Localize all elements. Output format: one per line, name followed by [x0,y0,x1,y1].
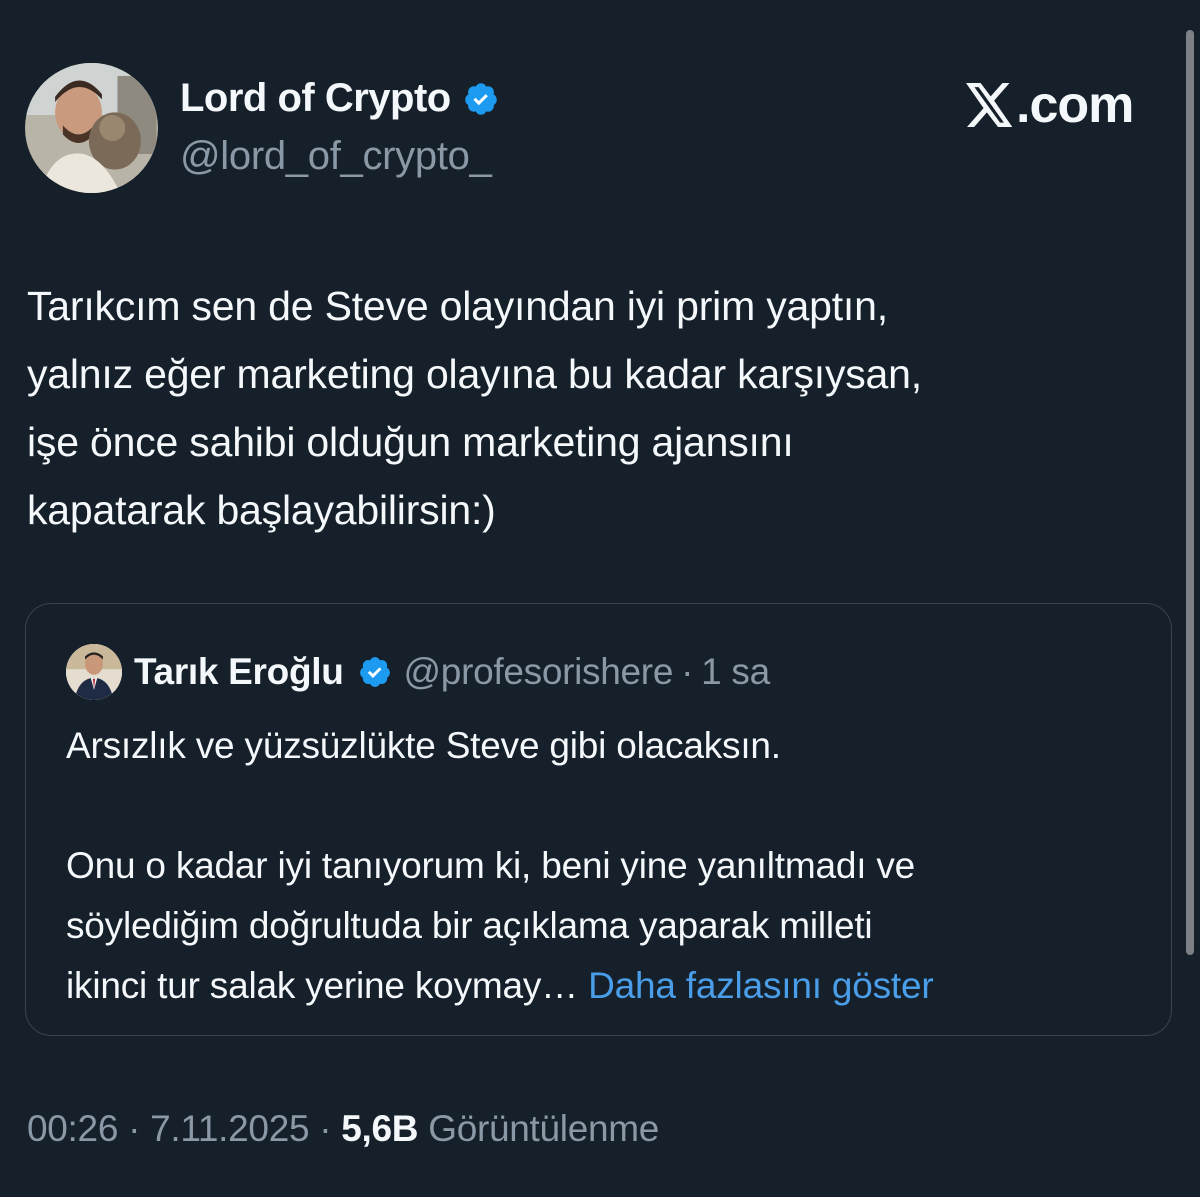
author-avatar[interactable] [25,63,158,193]
quoted-tweet-paragraph: Onu o kadar iyi tanıyorum ki, beni yine … [66,836,1146,1016]
show-more-link[interactable]: Daha fazlasını göster [588,965,934,1006]
profile-photo-icon [66,644,122,700]
quoted-tweet-card[interactable]: Tarık Eroğlu @profesorishere · 1 sa Arsı… [25,603,1172,1036]
quoted-tweet-time[interactable]: 1 sa [701,651,770,693]
tweet-time[interactable]: 00:26 [27,1108,118,1149]
verified-badge-icon [358,655,392,689]
verified-badge-icon [463,81,499,117]
x-com-brand: .com [966,75,1134,135]
author-handle[interactable]: @lord_of_crypto_ [180,134,492,179]
tweet-text: Tarıkcım sen de Steve olayından iyi prim… [27,283,922,533]
author-name-row: Lord of Crypto [180,76,499,121]
x-logo-icon [966,83,1014,127]
views-count[interactable]: 5,6B [341,1108,418,1149]
meta-separator: · [128,1108,141,1149]
quoted-tweet-paragraph: Arsızlık ve yüzsüzlükte Steve gibi olaca… [66,725,781,766]
quoted-author-avatar[interactable] [66,644,122,700]
quoted-author-display-name[interactable]: Tarık Eroğlu [134,651,344,693]
tweet-meta: 00:26 · 7.11.2025 · 5,6B Görüntülenme [27,1108,659,1150]
scrollbar[interactable] [1186,30,1194,955]
quoted-tweet-text: Arsızlık ve yüzsüzlükte Steve gibi olaca… [66,716,1146,1016]
tweet-date[interactable]: 7.11.2025 [150,1108,309,1149]
quoted-tweet-header: Tarık Eroğlu @profesorishere · 1 sa [66,644,770,700]
quoted-author-handle[interactable]: @profesorishere [404,651,674,693]
views-label: Görüntülenme [428,1108,660,1149]
brand-domain-text: .com [1016,76,1134,134]
header-separator: · [681,651,694,692]
author-display-name[interactable]: Lord of Crypto [180,76,451,121]
profile-photo-icon [26,63,157,193]
meta-separator: · [319,1108,332,1149]
